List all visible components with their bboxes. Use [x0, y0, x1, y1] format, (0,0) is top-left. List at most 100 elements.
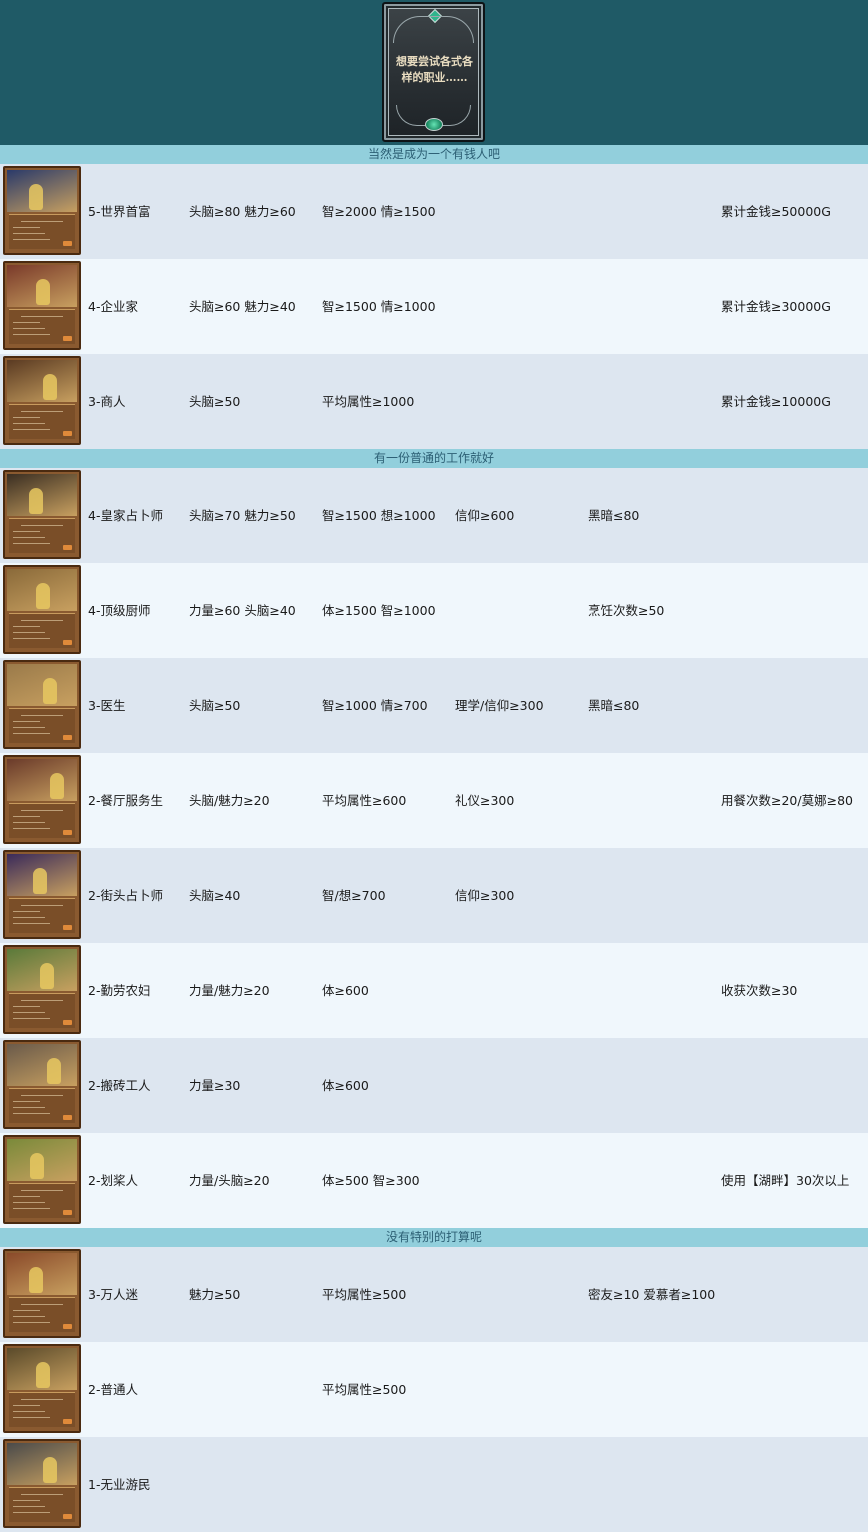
thumbnail-button-icon: [63, 1115, 72, 1120]
thumbnail-text-line: [13, 638, 50, 639]
thumbnail-art: [7, 854, 77, 896]
career-thumbnail[interactable]: [3, 356, 81, 445]
thumbnail-text-line: [13, 1316, 45, 1317]
career-name: 2-街头占卜师: [88, 888, 163, 903]
career-thumbnail[interactable]: [3, 850, 81, 939]
thumbnail-info-panel: [9, 404, 75, 439]
thumbnail-art: [7, 759, 77, 801]
career-thumbnail[interactable]: [3, 1439, 81, 1528]
thumbnail-art: [7, 1253, 77, 1295]
character-figure: [36, 279, 50, 305]
character-figure: [50, 773, 64, 799]
character-figure: [43, 374, 57, 400]
career-name: 2-搬砖工人: [88, 1078, 151, 1093]
thumbnail-text-line: [13, 1006, 40, 1007]
thumbnail-info-panel: [9, 613, 75, 648]
career-thumbnail[interactable]: [3, 755, 81, 844]
requirement-b: 体≥1500 智≥1000: [322, 603, 436, 618]
thumbnail-info-panel: [9, 1392, 75, 1427]
thumbnail-text-line: [13, 322, 40, 323]
thumbnail-info-panel: [9, 1183, 75, 1218]
career-name: 2-划桨人: [88, 1173, 138, 1188]
thumbnail-text-line: [13, 923, 50, 924]
requirement-a: 头脑≥80 魅力≥60: [189, 204, 296, 219]
thumbnail-button-icon: [63, 640, 72, 645]
requirement-b: 平均属性≥1000: [322, 394, 415, 409]
career-thumbnail[interactable]: [3, 1135, 81, 1224]
career-thumbnail[interactable]: [3, 1344, 81, 1433]
requirement-b: 智≥2000 情≥1500: [322, 204, 436, 219]
section-header: 没有特别的打算呢: [0, 1228, 868, 1247]
thumbnail-text-line: [13, 1202, 45, 1203]
career-name: 4-顶级厨师: [88, 603, 151, 618]
thumbnail-text-line: [13, 1411, 45, 1412]
career-table: 当然是成为一个有钱人吧 5-世界首富 头脑≥80 魅力≥60 智≥2000 情≥150…: [0, 145, 868, 1532]
thumbnail-text-line: [13, 816, 40, 817]
thumbnail-info-panel: [9, 1297, 75, 1332]
requirement-e: 累计金钱≥30000G: [721, 299, 831, 314]
career-thumbnail[interactable]: [3, 1249, 81, 1338]
header-banner: 想要尝试各式各样的职业……: [0, 0, 868, 145]
career-row: 2-搬砖工人 力量≥30 体≥600: [0, 1038, 868, 1133]
character-figure: [29, 184, 43, 210]
thumbnail-text-line: [21, 1304, 63, 1305]
career-row: 4-皇家占卜师 头脑≥70 魅力≥50 智≥1500 想≥1000 信仰≥600 黑暗≤…: [0, 468, 868, 563]
requirement-e: 累计金钱≥10000G: [721, 394, 831, 409]
thumbnail-text-line: [13, 531, 40, 532]
thumbnail-text-line: [13, 828, 50, 829]
career-row: 4-企业家 头脑≥60 魅力≥40 智≥1500 情≥1000 累计金钱≥30000G: [0, 259, 868, 354]
thumbnail-button-icon: [63, 336, 72, 341]
requirement-b: 平均属性≥500: [322, 1287, 407, 1302]
thumbnail-button-icon: [63, 241, 72, 246]
thumbnail-text-line: [21, 525, 63, 526]
thumbnail-text-line: [21, 620, 63, 621]
character-figure: [43, 1457, 57, 1483]
thumbnail-info-panel: [9, 993, 75, 1028]
character-figure: [47, 1058, 61, 1084]
career-thumbnail[interactable]: [3, 470, 81, 559]
career-thumbnail[interactable]: [3, 166, 81, 255]
thumbnail-art: [7, 1443, 77, 1485]
career-row: 2-勤劳农妇 力量/魅力≥20 体≥600 收获次数≥30: [0, 943, 868, 1038]
thumbnail-text-line: [21, 316, 63, 317]
thumbnail-text-line: [13, 233, 45, 234]
requirement-d: 密友≥10 爱慕者≥100: [588, 1287, 716, 1302]
thumbnail-text-line: [21, 1190, 63, 1191]
career-thumbnail[interactable]: [3, 1040, 81, 1129]
requirement-e: 用餐次数≥20/莫娜≥80: [721, 793, 853, 808]
title-card-text: 想要尝试各式各样的职业……: [396, 55, 473, 84]
career-thumbnail[interactable]: [3, 945, 81, 1034]
career-name: 1-无业游民: [88, 1477, 151, 1492]
thumbnail-info-panel: [9, 214, 75, 249]
thumbnail-text-line: [13, 1113, 50, 1114]
character-figure: [30, 1153, 44, 1179]
arch-ornament: [393, 16, 474, 43]
career-row: 2-餐厅服务生 头脑/魅力≥20 平均属性≥600 礼仪≥300 用餐次数≥20/莫娜≥…: [0, 753, 868, 848]
career-row: 2-划桨人 力量/头脑≥20 体≥500 智≥300 使用【湖畔】30次以上: [0, 1133, 868, 1228]
thumbnail-text-line: [13, 1500, 40, 1501]
career-thumbnail[interactable]: [3, 660, 81, 749]
career-row: 2-街头占卜师 头脑≥40 智/想≥700 信仰≥300: [0, 848, 868, 943]
thumbnail-text-line: [13, 1512, 50, 1513]
career-thumbnail[interactable]: [3, 565, 81, 654]
thumbnail-art: [7, 1044, 77, 1086]
requirement-a: 头脑≥60 魅力≥40: [189, 299, 296, 314]
thumbnail-button-icon: [63, 830, 72, 835]
thumbnail-text-line: [13, 1101, 40, 1102]
thumbnail-text-line: [13, 733, 50, 734]
career-name: 3-万人迷: [88, 1287, 138, 1302]
thumbnail-art: [7, 1139, 77, 1181]
thumbnail-text-line: [13, 1107, 45, 1108]
thumbnail-button-icon: [63, 1020, 72, 1025]
career-row: 3-商人 头脑≥50 平均属性≥1000 累计金钱≥10000G: [0, 354, 868, 449]
thumbnail-info-panel: [9, 309, 75, 344]
requirement-b: 体≥500 智≥300: [322, 1173, 420, 1188]
thumbnail-text-line: [21, 1494, 63, 1495]
thumbnail-text-line: [13, 1506, 45, 1507]
thumbnail-text-line: [21, 411, 63, 412]
requirement-a: 头脑/魅力≥20: [189, 793, 270, 808]
requirement-b: 体≥600: [322, 983, 369, 998]
thumbnail-text-line: [13, 917, 45, 918]
career-thumbnail[interactable]: [3, 261, 81, 350]
character-figure: [29, 488, 43, 514]
